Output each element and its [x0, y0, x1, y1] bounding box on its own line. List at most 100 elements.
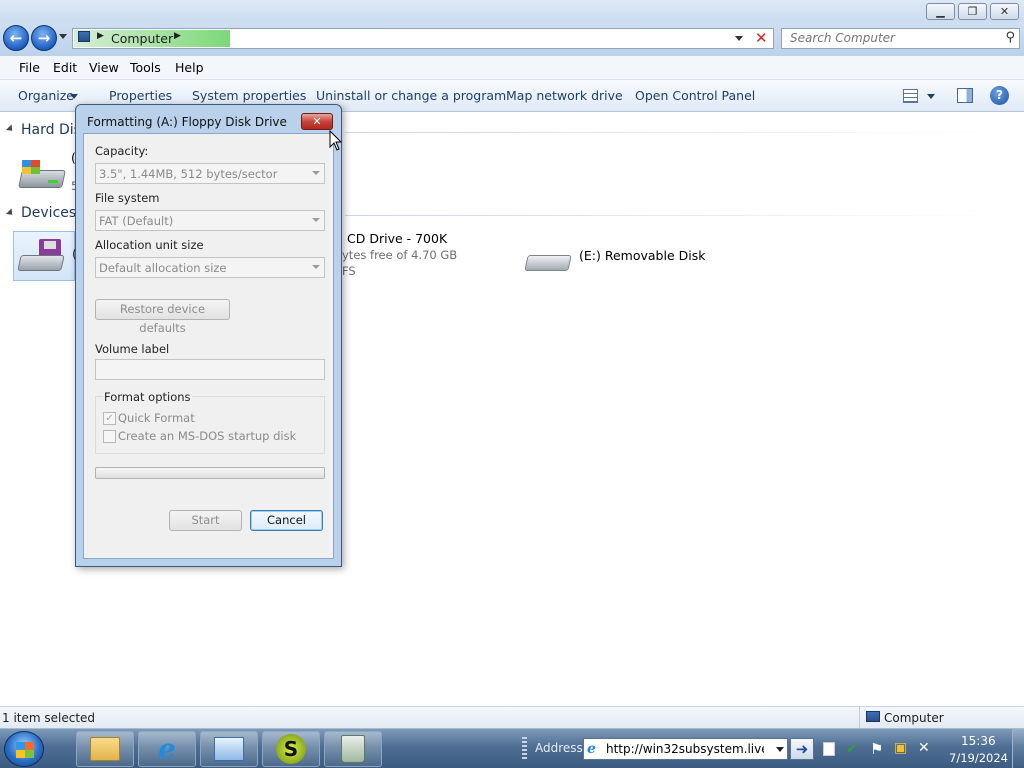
address-bar[interactable]: ▶ Computer ▶ ✕ [72, 28, 774, 49]
ie-icon: e [158, 733, 176, 765]
allocation-select[interactable]: Default allocation size [95, 257, 325, 278]
view-dropdown-icon[interactable] [927, 94, 935, 99]
taskbar-s-app[interactable]: S [262, 731, 320, 767]
quick-format-checkbox[interactable]: ✓ [103, 412, 116, 425]
map-network-drive-button[interactable]: Map network drive [506, 88, 623, 103]
menu-view[interactable]: View [89, 60, 119, 75]
cd-drive-title[interactable]: CD Drive - 700K [347, 231, 447, 246]
search-icon[interactable]: ⚲ [1005, 30, 1015, 45]
capacity-select[interactable]: 3.5", 1.44MB, 512 bytes/sector [95, 163, 325, 184]
menu-help[interactable]: Help [175, 60, 204, 75]
tray-shield-icon[interactable]: ✔ [846, 741, 858, 757]
taskbar-recycle[interactable] [324, 731, 382, 767]
msdos-startup-checkbox[interactable] [103, 430, 116, 443]
windows-start-icon [16, 742, 34, 758]
menu-file[interactable]: File [19, 60, 40, 75]
mouse-cursor-icon [329, 130, 343, 151]
start-button[interactable]: Start [169, 510, 242, 531]
address-dropdown-icon[interactable] [776, 747, 784, 752]
tray-date[interactable]: 7/19/2024 [949, 751, 1008, 765]
stop-icon[interactable]: ✕ [755, 29, 768, 47]
hard-drive-icon[interactable] [18, 158, 66, 192]
tray-volume-icon[interactable]: ✕ [918, 740, 930, 756]
tray-desktop-icon[interactable] [823, 742, 835, 756]
taskbar: e S Address e http://win32subsystem.live… [0, 728, 1024, 768]
cancel-button[interactable]: Cancel [250, 510, 323, 531]
help-icon[interactable]: ? [990, 86, 1009, 105]
close-window-button[interactable]: ✕ [990, 3, 1019, 20]
computer-icon [866, 711, 880, 722]
start-button[interactable] [4, 731, 44, 767]
capacity-label: Capacity: [95, 144, 149, 158]
chevron-down-icon [312, 265, 320, 269]
collapse-hard-disk-icon[interactable] [5, 124, 16, 134]
close-icon: ✕ [999, 5, 1010, 18]
format-options-group: Format options ✓ Quick Format Create an … [95, 390, 325, 454]
recycle-icon [341, 735, 365, 763]
forward-icon: → [37, 29, 51, 47]
go-button[interactable]: ➜ [790, 738, 814, 760]
forward-button[interactable]: → [31, 25, 57, 51]
section-hard-disk[interactable]: Hard Dis [21, 122, 81, 138]
restore-icon: ❐ [967, 5, 978, 18]
navigation-bar: ← → ▶ Computer ▶ ✕ Search Computer ⚲ [0, 22, 1024, 56]
toolbar-grip[interactable] [522, 737, 527, 761]
removable-disk-icon[interactable] [524, 249, 572, 275]
open-control-panel-button[interactable]: Open Control Panel [635, 88, 755, 103]
breadcrumb-computer[interactable]: Computer [111, 31, 173, 46]
view-options-icon[interactable] [903, 89, 918, 103]
dialog-body: Capacity: 3.5", 1.44MB, 512 bytes/sector… [83, 133, 334, 559]
back-button[interactable]: ← [3, 25, 29, 51]
search-input[interactable]: Search Computer ⚲ [781, 28, 1020, 49]
tray-network-icon[interactable]: ▣ [894, 740, 907, 756]
removable-disk-title[interactable]: (E:) Removable Disk [579, 248, 705, 263]
show-desktop-button[interactable] [1012, 729, 1024, 768]
status-location: Computer [884, 711, 944, 725]
close-icon: ✕ [312, 115, 322, 128]
minimize-button[interactable]: ▁ [926, 3, 955, 20]
allocation-label: Allocation unit size [95, 238, 204, 252]
folder-icon [90, 737, 120, 761]
quick-format-label: Quick Format [118, 411, 195, 425]
floppy-drive-item[interactable]: ( [13, 231, 77, 281]
back-icon: ← [9, 29, 23, 47]
tray-flag-icon[interactable]: ⚑ [870, 740, 883, 758]
cd-drive-filesystem: FS [342, 264, 356, 278]
chevron-down-icon [312, 218, 320, 222]
collapse-devices-icon[interactable] [5, 208, 16, 218]
properties-button[interactable]: Properties [109, 88, 172, 103]
filesystem-value: FAT (Default) [99, 214, 174, 228]
breadcrumb-arrow-icon[interactable]: ▶ [97, 31, 104, 41]
cd-drive-free-space: ytes free of 4.70 GB [342, 248, 458, 262]
network-icon [214, 737, 244, 761]
menu-tools[interactable]: Tools [130, 60, 161, 75]
volume-label-label: Volume label [95, 342, 170, 356]
dialog-title: Formatting (A:) Floppy Disk Drive [87, 115, 287, 129]
section-devices[interactable]: Devices [21, 205, 76, 221]
address-history-dropdown[interactable] [735, 36, 743, 41]
s-app-icon: S [276, 734, 306, 764]
restore-button[interactable]: ❐ [958, 3, 987, 20]
menu-edit[interactable]: Edit [53, 60, 77, 75]
organize-button[interactable]: Organize [18, 88, 74, 103]
ie-icon: e [587, 741, 596, 757]
preview-pane-icon[interactable] [957, 88, 973, 103]
uninstall-program-button[interactable]: Uninstall or change a program [316, 88, 506, 103]
tray-time[interactable]: 15:36 [961, 734, 996, 748]
taskbar-address-input[interactable]: e http://win32subsystem.live/su [583, 738, 788, 760]
status-bar: 1 item selected Computer [0, 706, 1024, 728]
taskbar-explorer[interactable] [76, 731, 134, 767]
taskbar-ie[interactable]: e [138, 731, 196, 767]
system-properties-button[interactable]: System properties [192, 88, 306, 103]
breadcrumb-arrow-icon[interactable]: ▶ [174, 31, 181, 41]
recent-pages-dropdown[interactable] [59, 34, 67, 39]
search-placeholder: Search Computer [790, 31, 895, 45]
volume-label-input[interactable] [95, 359, 325, 380]
filesystem-select[interactable]: FAT (Default) [95, 210, 325, 231]
section-divider [345, 215, 1005, 216]
go-arrow-icon: ➜ [795, 740, 809, 758]
dialog-close-button[interactable]: ✕ [301, 113, 333, 130]
taskbar-network[interactable] [200, 731, 258, 767]
restore-defaults-button[interactable]: Restore device defaults [95, 299, 230, 335]
minimize-icon: ▁ [936, 5, 945, 18]
